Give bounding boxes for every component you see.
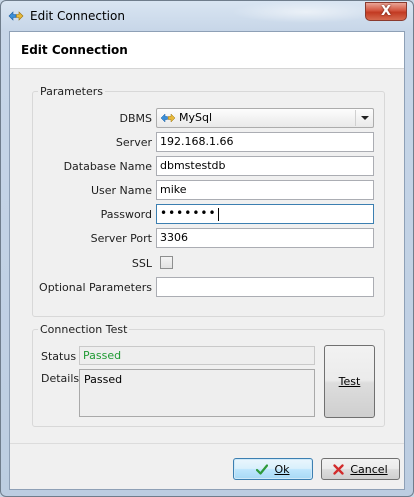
database-name-label: Database Name — [63, 160, 152, 173]
ok-button[interactable]: Ok — [233, 458, 313, 480]
server-port-input[interactable]: 3306 — [156, 228, 374, 248]
password-input[interactable]: ••••••• — [156, 204, 374, 224]
password-mask: ••••••• — [160, 206, 217, 220]
dialog-header: Edit Connection — [10, 32, 404, 69]
dbms-select[interactable]: MySql — [156, 108, 374, 128]
connection-test-group-title: Connection Test — [38, 323, 130, 336]
server-input[interactable]: 192.168.1.66 — [156, 132, 374, 152]
plug-arrows-icon — [8, 8, 24, 24]
database-name-input[interactable]: dbmstestdb — [156, 156, 374, 176]
user-name-label: User Name — [90, 184, 152, 197]
dialog-body: Edit Connection Parameters DBMS MySql Se… — [9, 31, 405, 490]
user-name-input[interactable]: mike — [156, 180, 374, 200]
parameters-group-title: Parameters — [38, 85, 105, 98]
close-button[interactable]: X — [365, 2, 407, 21]
edit-connection-window: Edit Connection X Edit Connection Parame… — [0, 0, 414, 497]
status-value: Passed — [79, 346, 315, 365]
details-label: Details — [41, 372, 80, 385]
test-button-label: Test — [338, 375, 361, 388]
footer-divider — [10, 443, 404, 444]
cancel-button-label: Cancel — [350, 462, 388, 476]
server-port-label: Server Port — [90, 232, 152, 245]
optional-parameters-label: Optional Parameters — [39, 281, 152, 294]
chevron-down-icon[interactable] — [355, 110, 372, 126]
checkmark-icon — [256, 463, 269, 475]
ssl-checkbox[interactable] — [160, 256, 173, 269]
text-caret — [217, 207, 219, 221]
test-button[interactable]: Test — [324, 345, 375, 418]
ssl-label: SSL — [131, 257, 152, 270]
red-x-icon — [333, 463, 345, 475]
dialog-title: Edit Connection — [21, 43, 128, 57]
mysql-plug-icon — [160, 112, 176, 124]
title-glare — [231, 1, 381, 23]
optional-parameters-input[interactable] — [156, 277, 374, 297]
password-label: Password — [100, 208, 152, 221]
window-title: Edit Connection — [30, 9, 125, 23]
title-bar[interactable]: Edit Connection X — [1, 1, 413, 31]
server-label: Server — [115, 136, 152, 149]
details-text: Passed — [79, 369, 315, 417]
close-icon: X — [380, 4, 392, 19]
status-label: Status — [41, 350, 77, 363]
cancel-button[interactable]: Cancel — [321, 458, 400, 480]
dbms-label: DBMS — [119, 112, 153, 125]
ok-button-label: Ok — [274, 462, 290, 476]
dbms-selected-value: MySql — [179, 111, 213, 124]
